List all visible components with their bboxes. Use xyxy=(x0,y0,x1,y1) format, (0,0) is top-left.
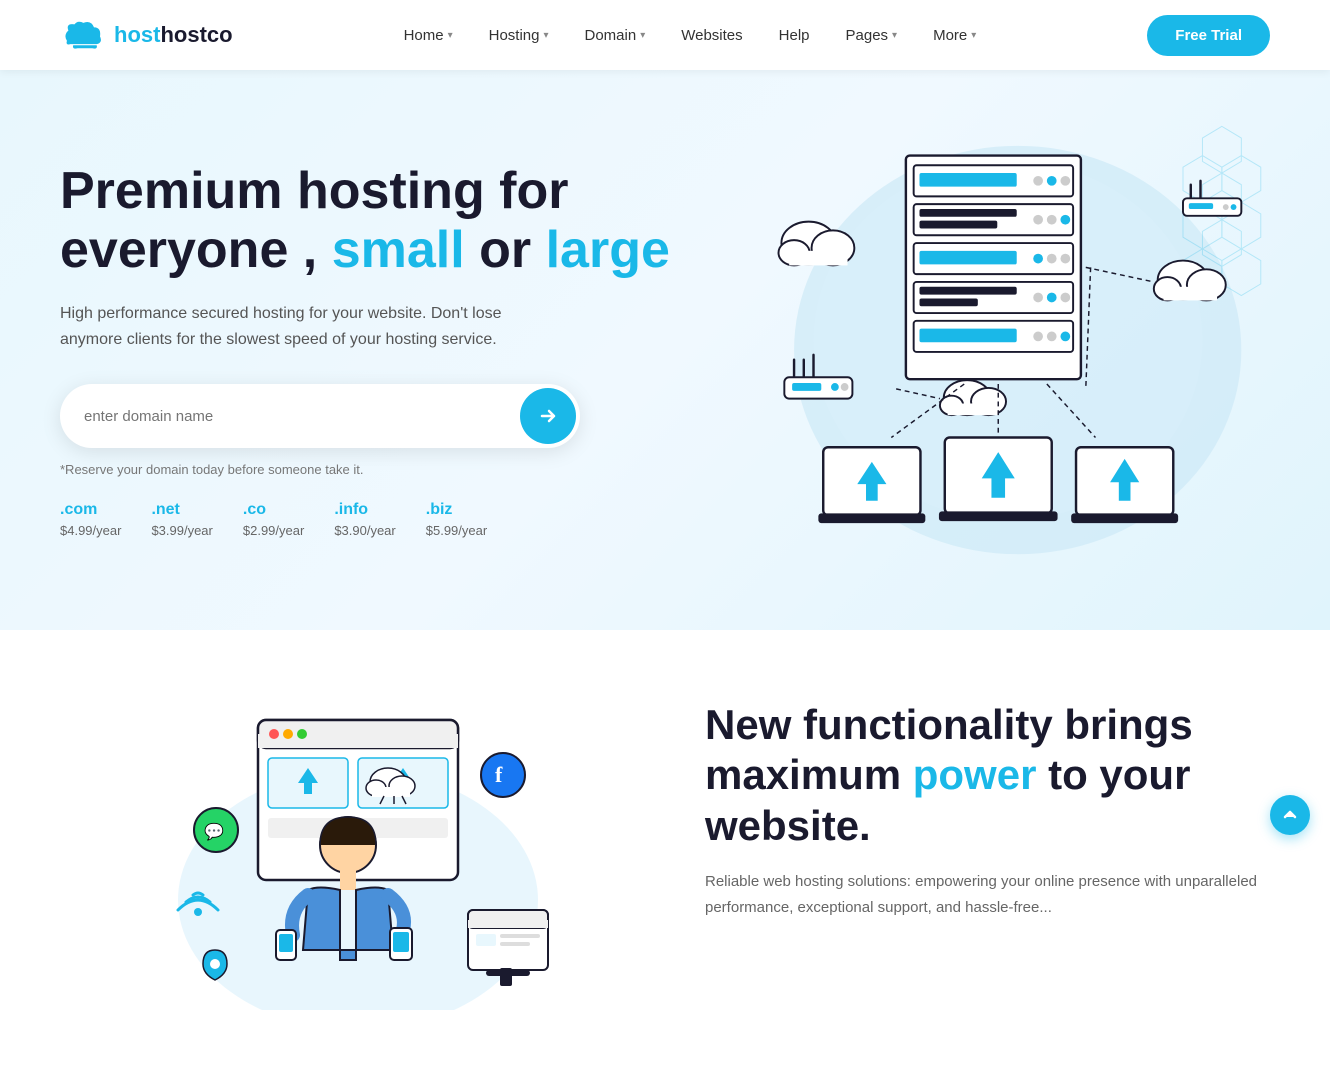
hero-illustration xyxy=(726,120,1271,580)
search-button[interactable] xyxy=(520,388,576,444)
svg-text:💬: 💬 xyxy=(204,822,224,841)
section2-description: Reliable web hosting solutions: empoweri… xyxy=(705,869,1270,920)
domain-com: .com $4.99/year xyxy=(60,501,121,538)
nav-domain[interactable]: Domain ▾ xyxy=(571,19,660,52)
nav-help[interactable]: Help xyxy=(765,19,824,52)
scroll-top-button[interactable] xyxy=(1270,795,1310,835)
nav-websites[interactable]: Websites xyxy=(667,19,756,52)
nav-home[interactable]: Home ▾ xyxy=(390,19,467,52)
hero-section: Premium hosting for everyone , small or … xyxy=(0,70,1330,630)
hero-subtitle: High performance secured hosting for you… xyxy=(60,301,540,352)
nav-links: Home ▾ Hosting ▾ Domain ▾ Websites Help … xyxy=(390,19,991,52)
domain-co: .co $2.99/year xyxy=(243,501,304,538)
navbar: hosthostco Home ▾ Hosting ▾ Domain ▾ Web… xyxy=(0,0,1330,70)
search-input[interactable] xyxy=(60,392,516,441)
section2-svg: f 💬 xyxy=(148,690,578,1010)
domain-chevron-icon: ▾ xyxy=(640,30,645,41)
section2-title: New functionality brings maximum power t… xyxy=(705,700,1270,851)
hosting-chevron-icon: ▾ xyxy=(543,30,548,41)
svg-text:f: f xyxy=(495,762,503,787)
chevron-up-icon xyxy=(1282,807,1298,823)
nav-hosting[interactable]: Hosting ▾ xyxy=(475,19,563,52)
pages-chevron-icon: ▾ xyxy=(892,30,897,41)
nav-pages[interactable]: Pages ▾ xyxy=(832,19,912,52)
domain-biz: .biz $5.99/year xyxy=(426,501,487,538)
home-chevron-icon: ▾ xyxy=(448,30,453,41)
hero-svg-illustration xyxy=(726,120,1271,580)
free-trial-button[interactable]: Free Trial xyxy=(1147,15,1270,56)
domain-search-bar xyxy=(60,384,580,448)
nav-more[interactable]: More ▾ xyxy=(919,19,990,52)
more-chevron-icon: ▾ xyxy=(971,30,976,41)
hero-title: Premium hosting for everyone , small or … xyxy=(60,162,726,282)
domain-prices: .com $4.99/year .net $3.99/year .co $2.9… xyxy=(60,501,726,538)
logo-icon xyxy=(60,20,104,50)
arrow-right-icon xyxy=(538,406,558,426)
logo-text: hosthostco xyxy=(114,22,233,48)
logo[interactable]: hosthostco xyxy=(60,20,233,50)
domain-net: .net $3.99/year xyxy=(151,501,212,538)
hero-content: Premium hosting for everyone , small or … xyxy=(60,162,726,539)
section2-illustration: f 💬 xyxy=(60,690,665,1010)
section2-content: New functionality brings maximum power t… xyxy=(665,690,1270,920)
domain-info: .info $3.90/year xyxy=(334,501,395,538)
section2: f 💬 New functionality brings maximum pow… xyxy=(0,630,1330,1070)
search-note: *Reserve your domain today before someon… xyxy=(60,462,726,477)
